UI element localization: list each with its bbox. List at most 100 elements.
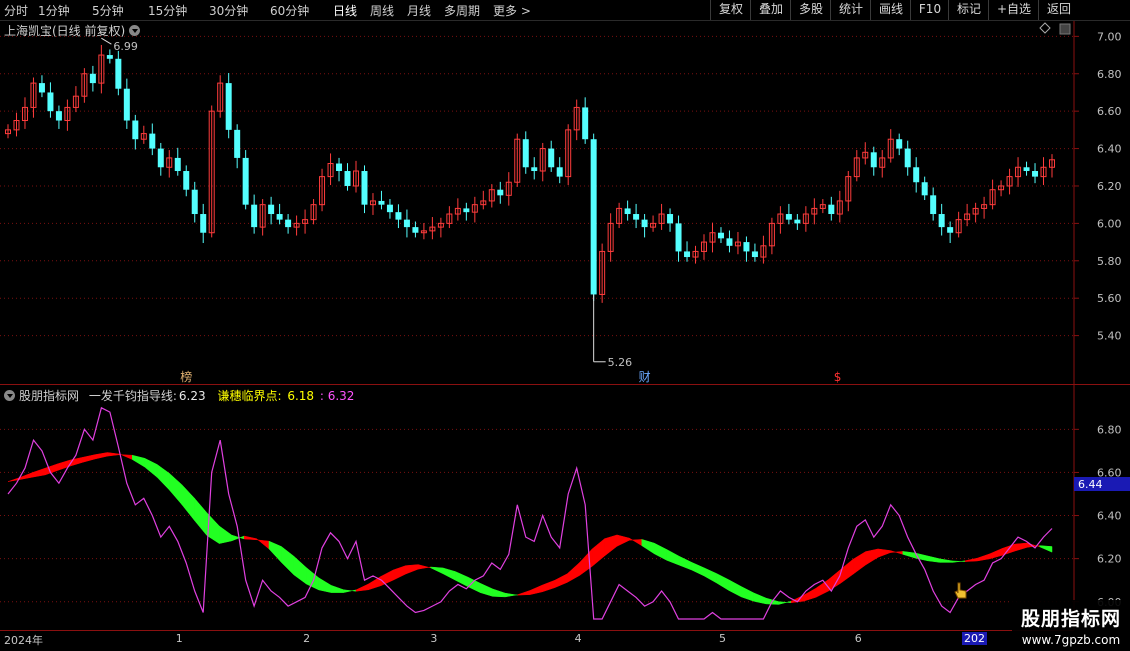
price-tick-label: 6.60	[1097, 105, 1122, 118]
price-tick-label: 7.00	[1097, 30, 1122, 43]
date-axis-label: 2	[303, 632, 311, 645]
event-marker: 榜	[180, 369, 192, 384]
date-axis-end-label: 202	[962, 632, 987, 645]
indicator-source: 股朋指标网	[19, 389, 80, 403]
tab-60min[interactable]: 60分钟	[270, 2, 309, 19]
candle-body-down	[386, 204, 393, 213]
tab-multi-period[interactable]: 多周期	[444, 2, 480, 19]
candle-body-down	[225, 83, 232, 130]
mark-button[interactable]: 标记	[948, 0, 989, 20]
indicator-value-2: 6.18	[287, 389, 315, 403]
chevron-down-icon[interactable]	[129, 25, 141, 36]
candle-body-down	[123, 88, 130, 121]
watermark: 股朋指标网 www.7gpzb.com	[1012, 600, 1130, 650]
candle-body-down	[344, 171, 351, 186]
candle-body-down	[276, 214, 283, 220]
date-axis-label: 5	[718, 632, 726, 645]
candle-body-down	[395, 212, 402, 220]
price-tick-label: 5.40	[1097, 330, 1122, 343]
candle-body-down	[930, 195, 937, 215]
watermark-url: www.7gpzb.com	[1021, 633, 1121, 647]
candle-body-down	[115, 58, 122, 89]
candle-body-down	[667, 214, 674, 224]
indicator-tick-label: 6.40	[1097, 510, 1122, 523]
candle-body-down	[463, 208, 470, 213]
candlestick-chart[interactable]: 7.00 6.80 6.60 6.40 6.20 6.00 5.80 5.60 5.40 6.9…	[0, 21, 1130, 385]
candle-body-down	[751, 251, 758, 258]
candle-body-down	[234, 129, 241, 158]
candle-body-down	[633, 214, 640, 220]
tab-15min[interactable]: 15分钟	[148, 2, 187, 19]
date-axis-label: 1	[175, 632, 183, 645]
candle-body-down	[174, 157, 181, 172]
candle-body-down	[556, 167, 563, 177]
statistics-button[interactable]: 统计	[830, 0, 871, 20]
tab-intraday[interactable]: 分时	[4, 2, 28, 19]
candle-body-down	[1032, 171, 1039, 177]
candle-body-down	[717, 232, 724, 239]
current-price-tag: 6.44	[1074, 477, 1130, 491]
back-button[interactable]: 返回	[1038, 0, 1079, 20]
candle-body-down	[132, 120, 139, 140]
watermark-title: 股朋指标网	[1020, 608, 1121, 630]
price-tick-label: 5.60	[1097, 292, 1122, 305]
candle-body-down	[913, 167, 920, 183]
candle-body-down	[200, 214, 207, 233]
current-price-tag-text: 6.44	[1078, 478, 1103, 491]
overlay-button[interactable]: 叠加	[750, 0, 791, 20]
candle-body-down	[55, 111, 62, 121]
candle-body-down	[675, 223, 682, 252]
candle-body-down	[938, 214, 945, 228]
event-marker: 财	[639, 370, 651, 384]
candle-body-down	[47, 92, 54, 112]
candle-body-down	[106, 55, 113, 59]
stock-title-text: 上海凯宝(日线 前复权)	[4, 24, 126, 38]
candle-body-down	[403, 219, 410, 228]
candle-body-down	[896, 139, 903, 149]
tab-1min[interactable]: 1分钟	[38, 2, 70, 19]
candle-body-down	[38, 83, 45, 93]
drawing-button[interactable]: 画线	[870, 0, 911, 20]
indicator-name: 一发千钧指导线:	[88, 389, 177, 403]
candle-body-down	[624, 208, 631, 215]
tab-5min[interactable]: 5分钟	[92, 2, 124, 19]
candle-body-down	[149, 133, 156, 149]
candle-body-down	[268, 204, 275, 215]
indicator-tick-label: 6.20	[1097, 553, 1122, 566]
stock-title: 上海凯宝(日线 前复权)	[4, 22, 141, 39]
tab-more[interactable]: 更多 >	[493, 2, 531, 19]
candle-body-down	[785, 214, 792, 220]
candle-body-down	[251, 204, 258, 228]
period-toolbar: 分时 1分钟 5分钟 15分钟 30分钟 60分钟 日线 周线 月线 多周期 更…	[0, 0, 1130, 21]
date-axis-label: 3	[430, 632, 438, 645]
indicator-label-2: 谦穗临界点:	[217, 389, 282, 403]
indicator-value-1: 6.23	[178, 389, 206, 403]
hand-cursor-icon	[954, 582, 967, 599]
candle-body-down	[921, 182, 928, 196]
tab-30min[interactable]: 30分钟	[209, 2, 248, 19]
add-watchlist-button[interactable]: +自选	[988, 0, 1039, 20]
restore-rights-button[interactable]: 复权	[710, 0, 751, 20]
date-axis-label: 6	[854, 632, 862, 645]
multi-stock-button[interactable]: 多股	[790, 0, 831, 20]
candle-body-down	[548, 148, 555, 168]
candle-body-down	[361, 171, 368, 205]
candle-body-down	[89, 73, 96, 84]
candle-body-down	[191, 189, 198, 215]
candle-body-down	[522, 139, 529, 168]
candle-body-down	[378, 200, 385, 205]
tab-monthly[interactable]: 月线	[407, 2, 431, 19]
candle-body-down	[684, 251, 691, 258]
panel-scroll-handle[interactable]	[1059, 23, 1071, 35]
price-tick-label: 6.80	[1097, 68, 1122, 81]
candle-body-down	[582, 107, 589, 140]
tab-daily[interactable]: 日线	[333, 2, 357, 19]
candle-body-down	[870, 152, 877, 168]
chevron-down-icon[interactable]	[4, 390, 15, 401]
tab-weekly[interactable]: 周线	[370, 2, 394, 19]
f10-button[interactable]: F10	[910, 0, 949, 20]
date-axis-label: 4	[574, 632, 582, 645]
price-tick-label: 5.80	[1097, 255, 1122, 268]
low-marker-label: 5.26	[608, 356, 633, 369]
candle-body-down	[1023, 167, 1030, 172]
